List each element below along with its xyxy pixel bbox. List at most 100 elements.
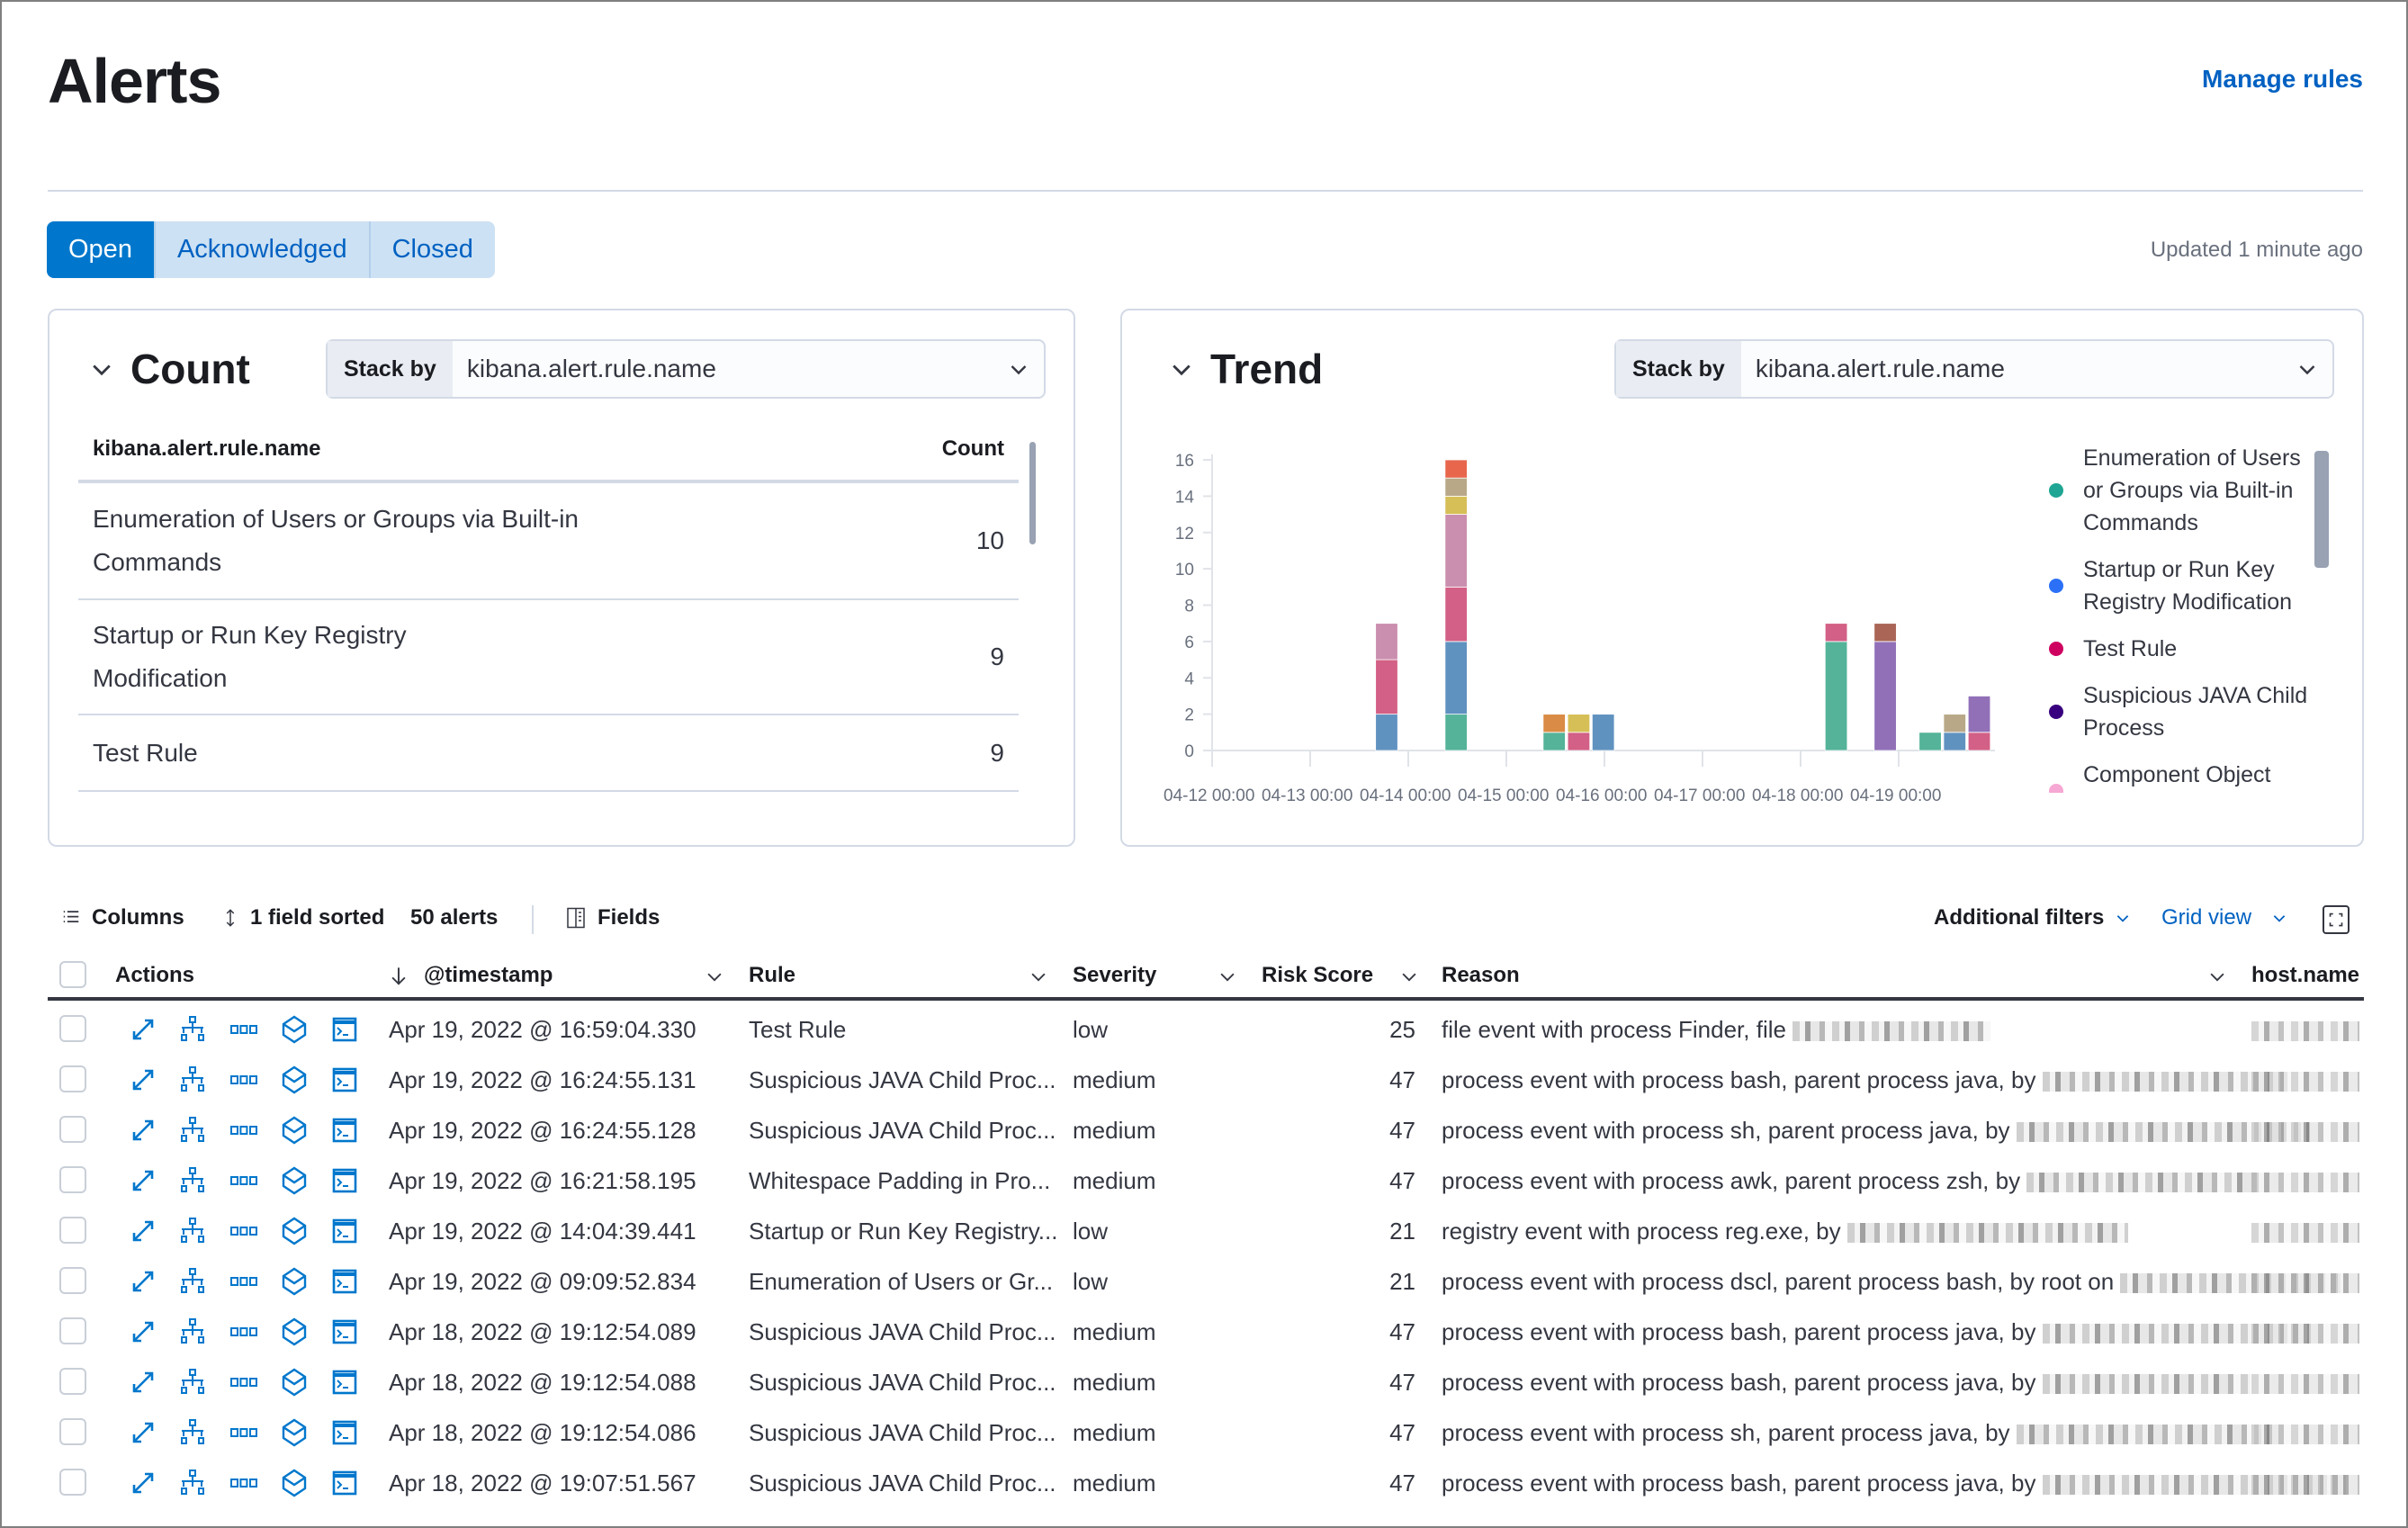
legend-item[interactable]: Component Object Model Hijacking: [2049, 759, 2319, 793]
count-scrollbar[interactable]: [1029, 442, 1036, 544]
expand-icon[interactable]: [129, 1166, 157, 1195]
more-actions-icon[interactable]: [229, 1217, 258, 1245]
cell-rule[interactable]: Suspicious JAVA Child Proc...: [749, 1470, 1056, 1497]
legend-item[interactable]: Test Rule: [2049, 633, 2319, 665]
more-actions-icon[interactable]: [229, 1317, 258, 1346]
header-risk-score[interactable]: Risk Score: [1262, 963, 1373, 988]
legend-item[interactable]: Enumeration of Users or Groups via Built…: [2049, 442, 2319, 539]
session-view-icon[interactable]: [280, 1217, 309, 1245]
analyze-tree-icon[interactable]: [178, 1065, 207, 1094]
expand-icon[interactable]: [129, 1267, 157, 1296]
tab-closed[interactable]: Closed: [371, 221, 495, 278]
expand-icon[interactable]: [129, 1065, 157, 1094]
chevron-down-icon[interactable]: [1217, 966, 1237, 986]
chevron-down-icon[interactable]: [1029, 966, 1048, 986]
select-all-checkbox[interactable]: [59, 961, 86, 988]
chevron-down-icon[interactable]: [1399, 966, 1419, 986]
terminal-icon[interactable]: [330, 1418, 359, 1447]
table-row[interactable]: Apr 19, 2022 @ 09:09:52.834 Enumeration o…: [48, 1256, 2364, 1307]
columns-button[interactable]: Columns: [61, 905, 184, 930]
cell-rule[interactable]: Suspicious JAVA Child Proc...: [749, 1369, 1056, 1397]
analyze-tree-icon[interactable]: [178, 1368, 207, 1397]
chevron-down-icon[interactable]: [2207, 966, 2227, 986]
table-row[interactable]: Apr 19, 2022 @ 16:24:55.131 Suspicious JA…: [48, 1055, 2364, 1105]
table-row[interactable]: Apr 18, 2022 @ 19:07:51.567 Suspicious JA…: [48, 1458, 2364, 1508]
session-view-icon[interactable]: [280, 1418, 309, 1447]
analyze-tree-icon[interactable]: [178, 1418, 207, 1447]
session-view-icon[interactable]: [280, 1469, 309, 1497]
terminal-icon[interactable]: [330, 1116, 359, 1145]
header-timestamp[interactable]: @timestamp: [424, 963, 553, 988]
sort-button[interactable]: 1 field sorted: [221, 905, 384, 930]
row-checkbox[interactable]: [59, 1116, 86, 1143]
terminal-icon[interactable]: [330, 1166, 359, 1195]
fields-button[interactable]: Fields: [565, 905, 660, 930]
session-view-icon[interactable]: [280, 1116, 309, 1145]
terminal-icon[interactable]: [330, 1368, 359, 1397]
manage-rules-link[interactable]: Manage rules: [2202, 65, 2363, 94]
table-row[interactable]: Apr 18, 2022 @ 19:12:54.086 Suspicious JA…: [48, 1407, 2364, 1458]
legend-item[interactable]: Startup or Run Key Registry Modification: [2049, 553, 2319, 618]
session-view-icon[interactable]: [280, 1015, 309, 1044]
more-actions-icon[interactable]: [229, 1116, 258, 1145]
more-actions-icon[interactable]: [229, 1015, 258, 1044]
cell-rule[interactable]: Suspicious JAVA Child Proc...: [749, 1066, 1056, 1094]
row-checkbox[interactable]: [59, 1015, 86, 1042]
legend-item[interactable]: Suspicious JAVA Child Process: [2049, 679, 2319, 744]
legend-scrollbar[interactable]: [2314, 451, 2329, 568]
table-row[interactable]: Apr 19, 2022 @ 16:59:04.330 Test Rule low 2…: [48, 1004, 2364, 1055]
analyze-tree-icon[interactable]: [178, 1116, 207, 1145]
chevron-down-icon[interactable]: [705, 966, 724, 986]
table-row[interactable]: Apr 19, 2022 @ 14:04:39.441 Startup or Ru…: [48, 1206, 2364, 1256]
cell-rule[interactable]: Whitespace Padding in Pro...: [749, 1167, 1050, 1195]
row-checkbox[interactable]: [59, 1217, 86, 1244]
session-view-icon[interactable]: [280, 1368, 309, 1397]
row-checkbox[interactable]: [59, 1065, 86, 1092]
header-severity[interactable]: Severity: [1073, 963, 1156, 988]
table-row[interactable]: Apr 19, 2022 @ 16:24:55.128 Suspicious JA…: [48, 1105, 2364, 1155]
analyze-tree-icon[interactable]: [178, 1267, 207, 1296]
expand-icon[interactable]: [129, 1317, 157, 1346]
cell-rule[interactable]: Startup or Run Key Registry...: [749, 1218, 1057, 1245]
cell-rule[interactable]: Suspicious JAVA Child Proc...: [749, 1117, 1056, 1145]
analyze-tree-icon[interactable]: [178, 1317, 207, 1346]
expand-icon[interactable]: [129, 1217, 157, 1245]
session-view-icon[interactable]: [280, 1065, 309, 1094]
session-view-icon[interactable]: [280, 1166, 309, 1195]
analyze-tree-icon[interactable]: [178, 1469, 207, 1497]
row-checkbox[interactable]: [59, 1469, 86, 1496]
terminal-icon[interactable]: [330, 1469, 359, 1497]
terminal-icon[interactable]: [330, 1065, 359, 1094]
expand-icon[interactable]: [129, 1418, 157, 1447]
additional-filters-button[interactable]: Additional filters: [1934, 905, 2131, 930]
analyze-tree-icon[interactable]: [178, 1166, 207, 1195]
tab-acknowledged[interactable]: Acknowledged: [156, 221, 371, 278]
row-checkbox[interactable]: [59, 1166, 86, 1193]
cell-rule[interactable]: Test Rule: [749, 1016, 846, 1044]
row-checkbox[interactable]: [59, 1368, 86, 1395]
terminal-icon[interactable]: [330, 1015, 359, 1044]
sort-desc-arrow-icon[interactable]: [389, 966, 409, 986]
more-actions-icon[interactable]: [229, 1469, 258, 1497]
more-actions-icon[interactable]: [229, 1065, 258, 1094]
table-row[interactable]: Apr 18, 2022 @ 19:12:54.089 Suspicious JA…: [48, 1307, 2364, 1357]
count-stack-by-select[interactable]: Stack by kibana.alert.rule.name: [326, 339, 1046, 399]
row-checkbox[interactable]: [59, 1267, 86, 1294]
cell-rule[interactable]: Suspicious JAVA Child Proc...: [749, 1419, 1056, 1447]
row-checkbox[interactable]: [59, 1418, 86, 1445]
tab-open[interactable]: Open: [47, 221, 156, 278]
more-actions-icon[interactable]: [229, 1368, 258, 1397]
row-checkbox[interactable]: [59, 1317, 86, 1344]
cell-rule[interactable]: Enumeration of Users or Gr...: [749, 1268, 1053, 1296]
expand-icon[interactable]: [129, 1015, 157, 1044]
more-actions-icon[interactable]: [229, 1418, 258, 1447]
expand-icon[interactable]: [129, 1469, 157, 1497]
count-panel-toggle[interactable]: Count: [89, 345, 250, 393]
session-view-icon[interactable]: [280, 1317, 309, 1346]
cell-rule[interactable]: Suspicious JAVA Child Proc...: [749, 1318, 1056, 1346]
header-rule[interactable]: Rule: [749, 963, 795, 988]
terminal-icon[interactable]: [330, 1267, 359, 1296]
table-row[interactable]: Apr 18, 2022 @ 19:12:54.088 Suspicious JA…: [48, 1357, 2364, 1407]
more-actions-icon[interactable]: [229, 1166, 258, 1195]
analyze-tree-icon[interactable]: [178, 1217, 207, 1245]
